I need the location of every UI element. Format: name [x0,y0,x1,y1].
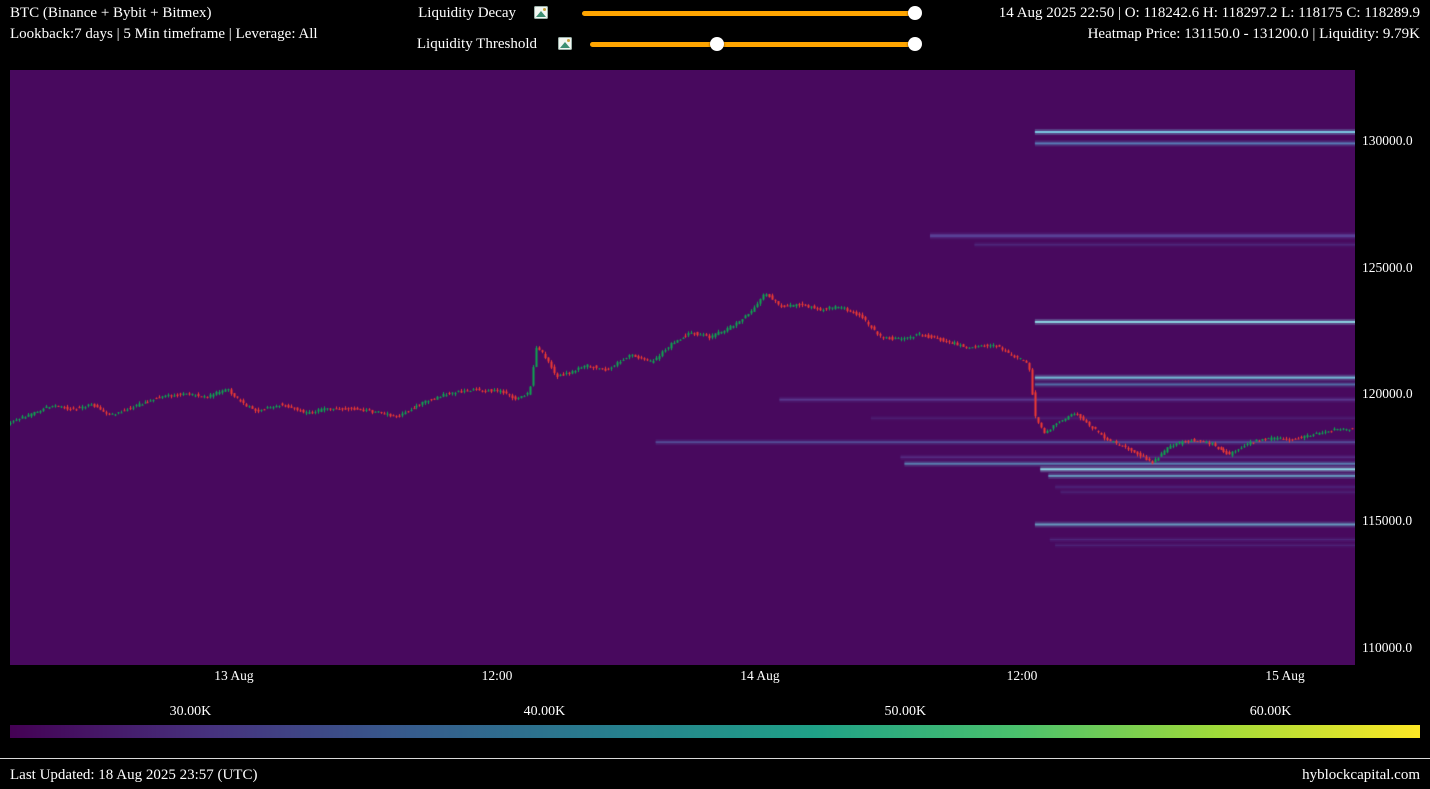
colorbar-tick-label: 60.00K [1231,704,1311,720]
x-tick-label: 13 Aug [194,668,274,684]
site-link[interactable]: hyblockcapital.com [1302,767,1420,784]
heatmap-price-line: Heatmap Price: 131150.0 - 131200.0 | Liq… [999,24,1420,45]
heatmap-canvas[interactable] [10,70,1355,665]
liquidity-decay-label: Liquidity Decay [418,5,516,22]
lookback-info: Lookback:7 days | 5 Min timeframe | Leve… [10,24,318,45]
colorbar-labels: 30.00K 40.00K 50.00K 60.00K [10,704,1420,722]
y-tick-label: 130000.0 [1362,133,1413,149]
ohlc-info: 14 Aug 2025 22:50 | O: 118242.6 H: 11829… [999,3,1420,45]
footer-bar: Last Updated: 18 Aug 2025 23:57 (UTC) hy… [0,758,1430,789]
liquidity-decay-slider-track[interactable] [582,11,918,16]
colorbar-tick-label: 40.00K [504,704,584,720]
x-tick-label: 12:00 [457,668,537,684]
y-tick-label: 120000.0 [1362,386,1413,402]
x-tick-label: 15 Aug [1245,668,1325,684]
x-axis: 13 Aug 12:00 14 Aug 12:00 15 Aug [10,668,1355,688]
liquidity-threshold-icon [558,37,572,50]
y-axis: 130000.0 125000.0 120000.0 115000.0 110000.0 [1360,70,1428,665]
ohlc-line: 14 Aug 2025 22:50 | O: 118242.6 H: 11829… [999,3,1420,24]
liquidity-decay-slider-handle[interactable] [908,6,922,20]
liquidity-threshold-slider-track[interactable] [590,42,918,47]
colorbar-tick-label: 30.00K [150,704,230,720]
liquidity-decay-icon [534,6,548,19]
y-tick-label: 115000.0 [1362,513,1412,529]
liquidity-threshold-label: Liquidity Threshold [417,36,537,53]
liquidation-heatmap-app: BTC (Binance + Bybit + Bitmex) Lookback:… [0,0,1430,789]
liquidity-threshold-slider-handle-low[interactable] [710,37,724,51]
x-tick-label: 12:00 [982,668,1062,684]
y-tick-label: 110000.0 [1362,640,1412,656]
chart-plot-area [10,70,1355,665]
symbol-title: BTC (Binance + Bybit + Bitmex) [10,3,318,24]
last-updated-text: Last Updated: 18 Aug 2025 23:57 (UTC) [10,767,257,784]
x-tick-label: 14 Aug [720,668,800,684]
top-bar: BTC (Binance + Bybit + Bitmex) Lookback:… [0,0,1430,66]
colorbar-gradient [10,725,1420,738]
colorbar-tick-label: 50.00K [865,704,945,720]
liquidity-threshold-slider-handle-high[interactable] [908,37,922,51]
y-tick-label: 125000.0 [1362,260,1413,276]
symbol-info: BTC (Binance + Bybit + Bitmex) Lookback:… [10,3,318,45]
